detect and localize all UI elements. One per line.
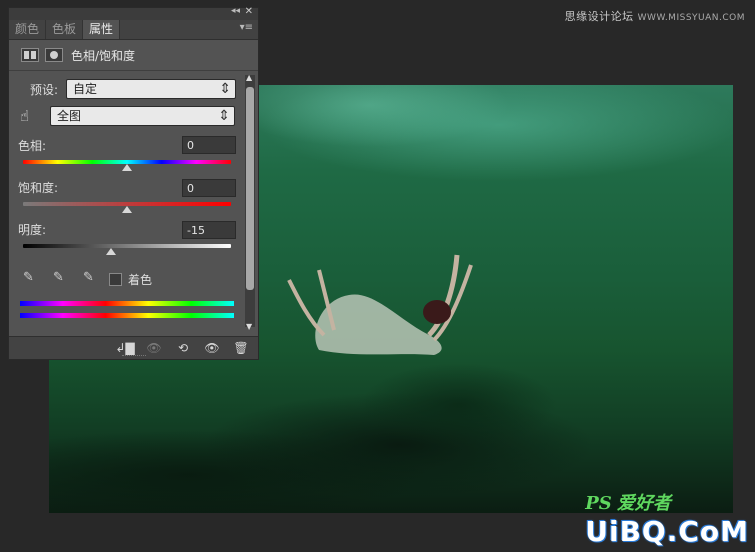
scroll-down-icon[interactable]: ▼ — [246, 322, 252, 331]
lightness-input[interactable]: -15 — [182, 221, 236, 239]
eyedropper-icon[interactable]: ✎ — [23, 269, 43, 287]
panel-menu-icon[interactable]: ▾≡ — [240, 22, 253, 33]
tab-color[interactable]: 颜色 — [9, 20, 47, 39]
range-row: ☝ 全图 ⇕ — [20, 106, 235, 126]
reset-icon[interactable]: ⟲ — [171, 340, 195, 356]
site-logo: PS 爱好者 UiBQ.CoM — [585, 489, 749, 548]
preset-value: 自定 — [73, 82, 98, 96]
adjustment-title: 色相/饱和度 — [71, 48, 136, 63]
hue-input[interactable]: 0 — [182, 136, 236, 154]
panel-body: 预设: 自定 ⇕ ☝ 全图 ⇕ 色相: 0 饱和度: 0 明度: -15 ✎ ✎… — [9, 71, 258, 349]
lightness-track[interactable] — [23, 244, 231, 248]
saturation-slider-knob[interactable] — [122, 206, 132, 213]
panel-tabs: 颜色 色板 属性 ▾≡ — [9, 20, 258, 40]
hue-label: 色相: — [18, 139, 47, 153]
preset-label: 预设: — [30, 82, 59, 97]
select-arrows-icon: ⇕ — [218, 108, 230, 124]
view-previous-state-icon[interactable]: 👁 — [142, 340, 166, 356]
properties-panel: ◂◂ ✕ 颜色 色板 属性 ▾≡ 色相/饱和度 预设: 自定 ⇕ ☝ 全图 ⇕ … — [8, 6, 259, 360]
close-icon[interactable]: ✕ — [245, 6, 253, 17]
colorize-option[interactable]: 着色 — [109, 271, 152, 288]
eyedropper-group: ✎ ✎ ✎ — [23, 269, 113, 287]
input-color-bar — [20, 301, 234, 306]
watermark-site: WWW.MISSYUAN.COM — [637, 13, 745, 23]
output-color-bar — [20, 313, 234, 318]
logo-cn: 爱好者 — [616, 493, 671, 514]
collapse-icon[interactable]: ◂◂ — [231, 6, 240, 16]
panel-scrollbar[interactable]: ▲ ▼ — [245, 73, 255, 331]
delete-trash-icon[interactable]: 🗑 — [229, 340, 253, 356]
resize-grip[interactable] — [122, 355, 146, 359]
select-arrows-icon: ⇕ — [219, 81, 232, 97]
hue-slider-knob[interactable] — [122, 164, 132, 171]
range-select[interactable]: 全图 ⇕ — [50, 106, 235, 126]
preset-row: 预设: 自定 ⇕ — [30, 79, 237, 99]
colorize-label: 着色 — [128, 273, 153, 287]
eyedropper-add-icon[interactable]: ✎ — [53, 269, 73, 287]
saturation-label: 饱和度: — [18, 181, 59, 195]
tab-properties[interactable]: 属性 — [83, 20, 121, 39]
watermark-text: 思缘设计论坛 — [564, 10, 634, 23]
visibility-eye-icon[interactable]: 👁 — [200, 340, 224, 356]
eyedropper-subtract-icon[interactable]: ✎ — [83, 269, 103, 287]
lightness-slider-knob[interactable] — [106, 248, 117, 255]
tab-swatches[interactable]: 色板 — [46, 20, 84, 39]
saturation-input[interactable]: 0 — [182, 179, 236, 197]
colorize-checkbox[interactable] — [109, 273, 122, 286]
preset-select[interactable]: 自定 ⇕ — [66, 79, 237, 99]
logo-ps: PS — [585, 493, 612, 514]
watermark: 思缘设计论坛 WWW.MISSYUAN.COM — [565, 8, 745, 24]
adjustment-layer-icon[interactable] — [21, 48, 39, 62]
logo-domain: UiBQ.CoM — [585, 515, 749, 548]
underwater-figure — [287, 254, 473, 355]
scroll-up-icon[interactable]: ▲ — [246, 73, 252, 82]
scroll-thumb[interactable] — [246, 87, 254, 290]
layer-mask-icon[interactable] — [45, 48, 63, 62]
on-image-adjust-icon[interactable]: ☝ — [20, 106, 42, 126]
range-value: 全图 — [57, 109, 82, 123]
panel-footer: ↲▇ 👁 ⟲ 👁 🗑 — [9, 336, 258, 359]
adjustment-header: 色相/饱和度 — [9, 40, 258, 71]
panel-titlebar[interactable]: ◂◂ ✕ — [9, 6, 258, 20]
clip-to-layer-icon[interactable]: ↲▇ — [113, 340, 137, 356]
lightness-label: 明度: — [18, 223, 47, 237]
